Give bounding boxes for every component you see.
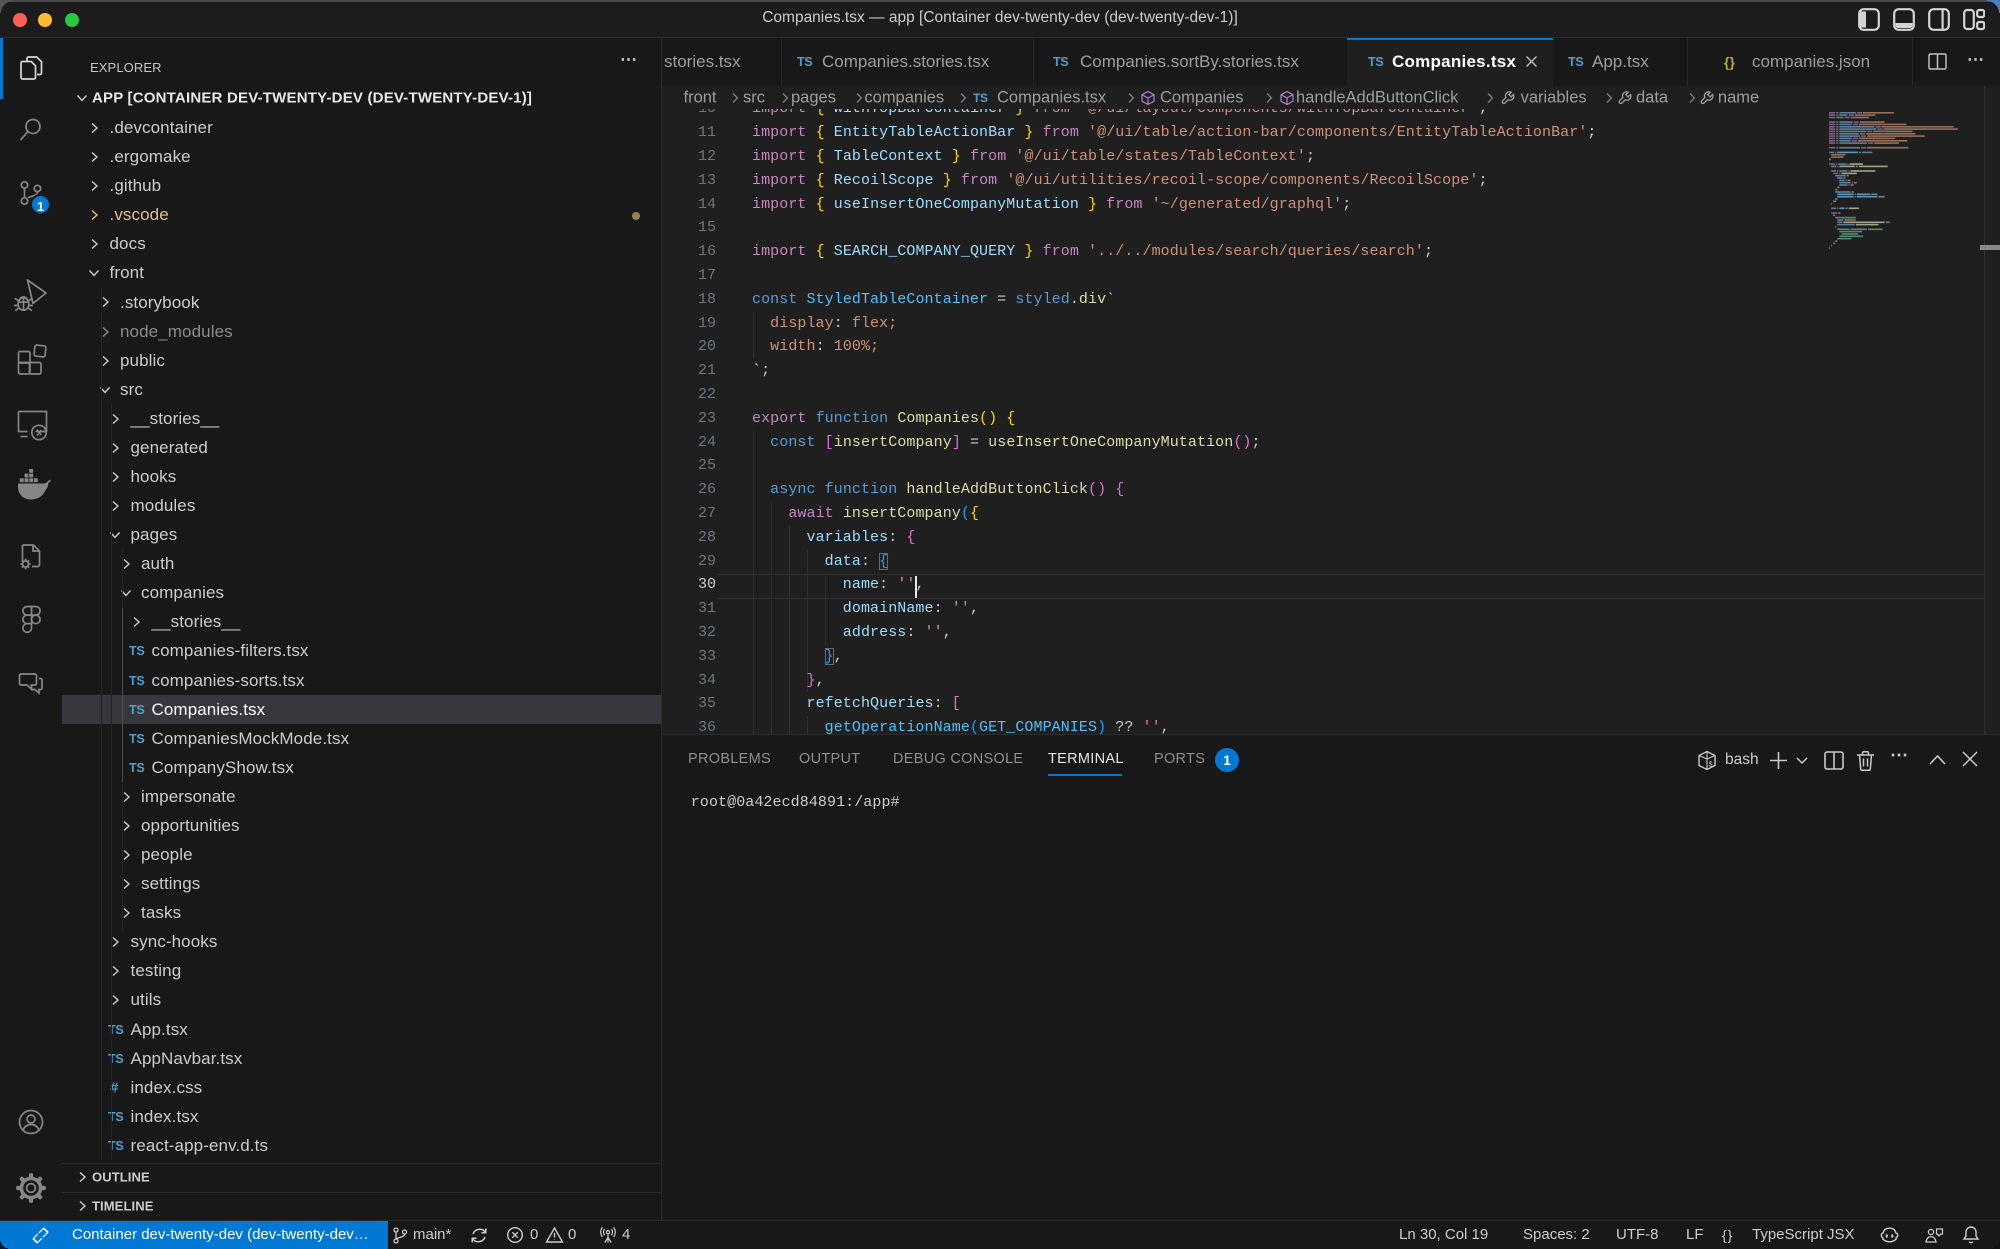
svg-text:$: $ [1709,762,1713,770]
